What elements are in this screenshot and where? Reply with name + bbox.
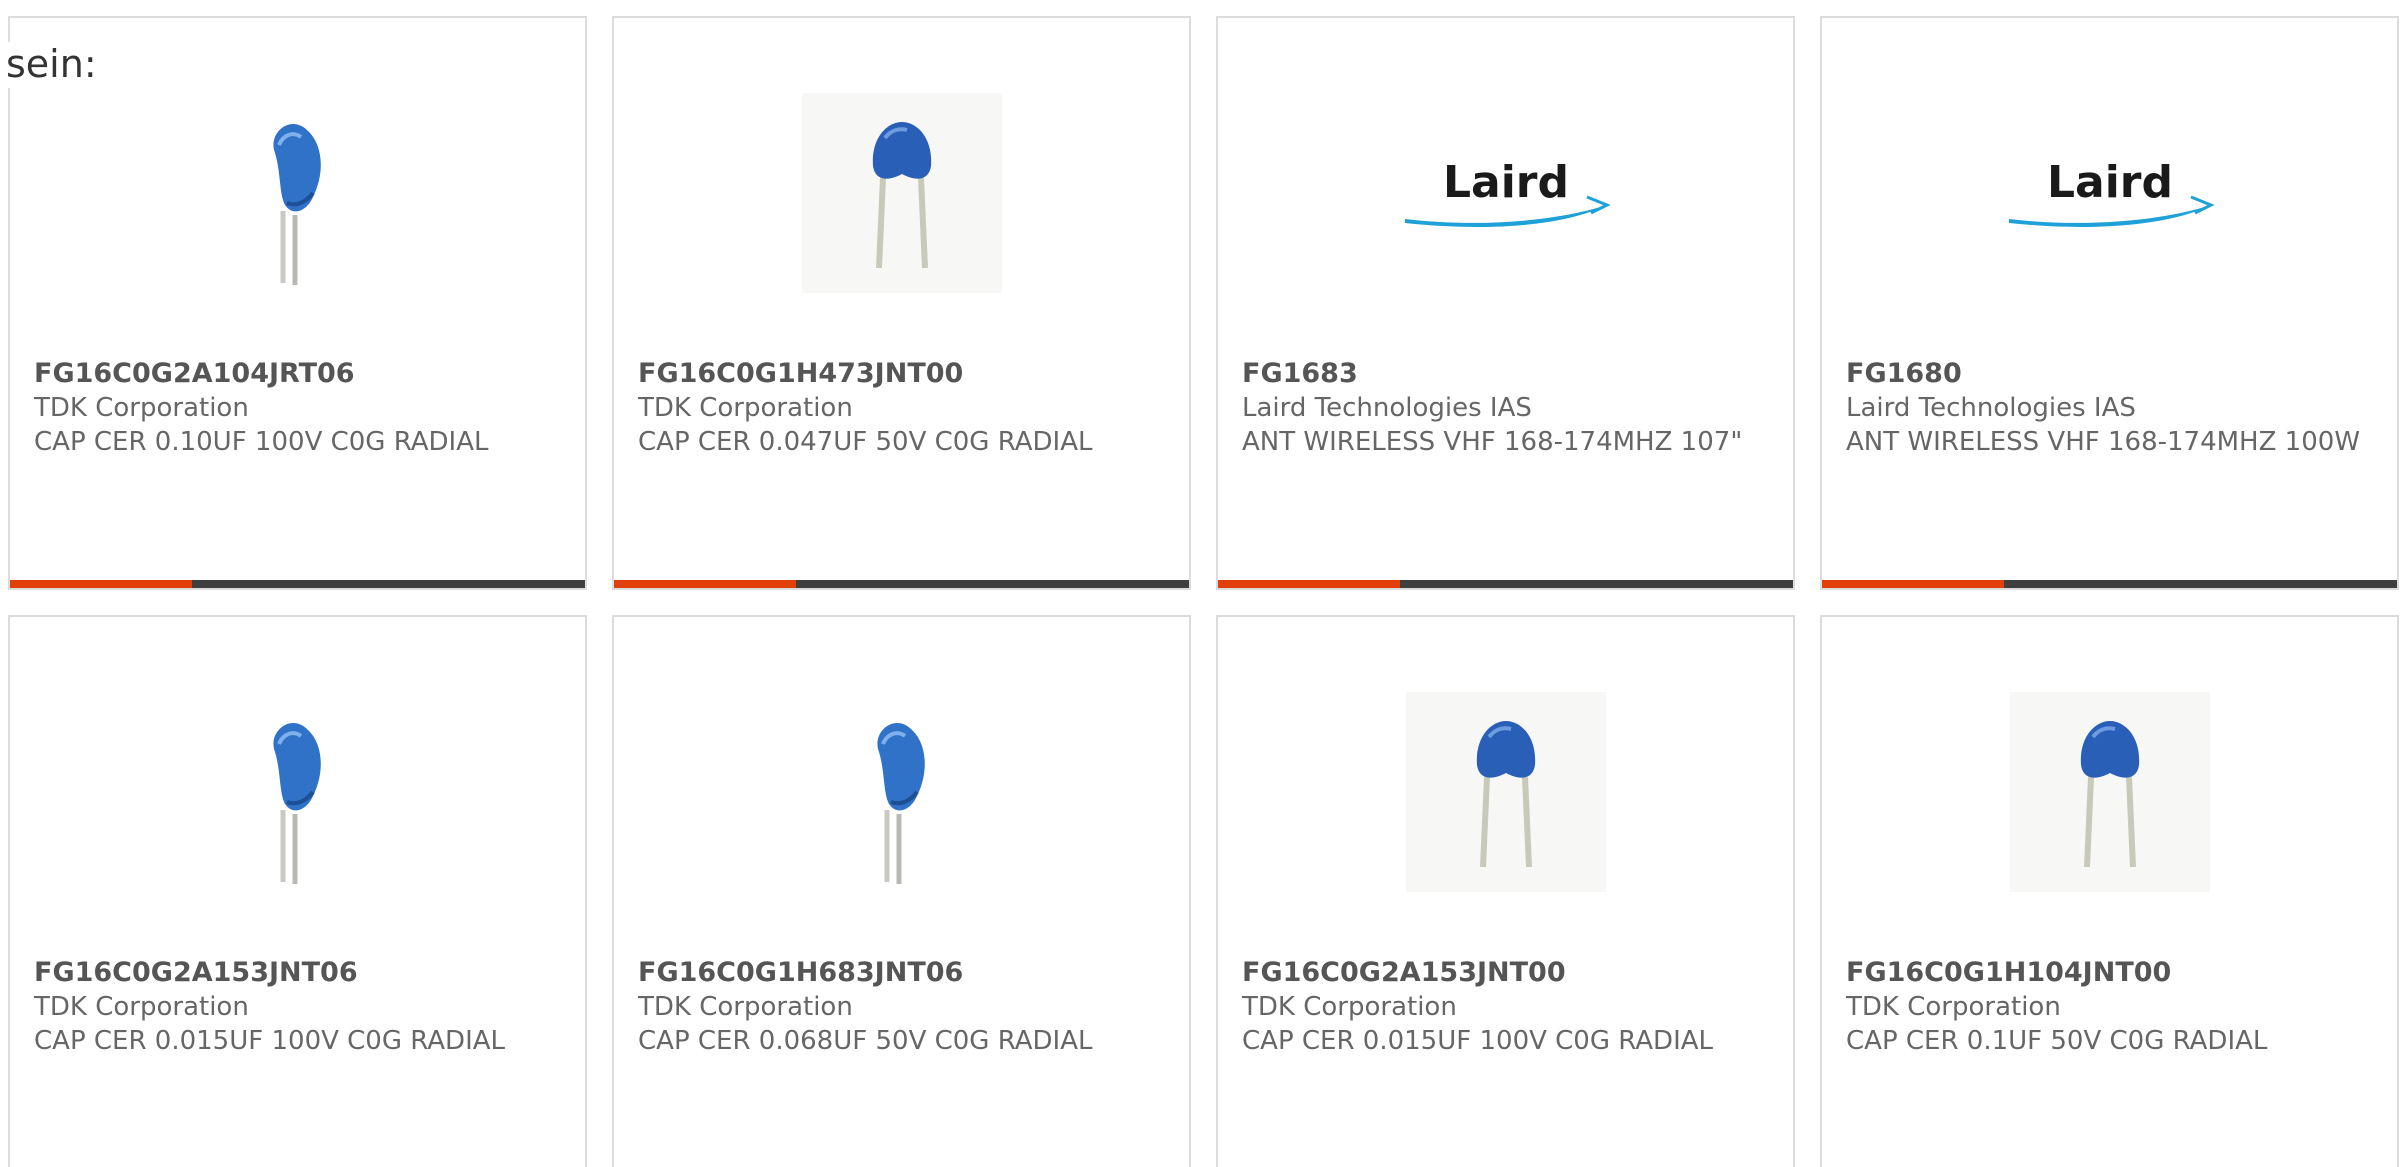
description: CAP CER 0.015UF 100V C0G RADIAL [1242, 1026, 1714, 1056]
description: ANT WIRELESS VHF 168-174MHZ 100W [1846, 427, 2361, 457]
laird-logo-text: Laird [2046, 157, 2172, 208]
capacitor-front-icon [2080, 721, 2139, 868]
part-number[interactable]: FG1683 [1242, 357, 1769, 391]
laird-logo: Laird [1404, 157, 1611, 227]
description: CAP CER 0.068UF 50V C0G RADIAL [638, 1026, 1093, 1056]
product-info: FG1683 Laird Technologies IAS ANT WIRELE… [1242, 357, 1769, 459]
product-card[interactable]: FG16C0G1H683JNT06 TDK Corporation CAP CE… [612, 615, 1191, 1167]
card-bar-accent [1218, 580, 1400, 588]
manufacturer: Laird Technologies IAS [1242, 393, 1532, 423]
product-info: FG16C0G1H683JNT06 TDK Corporation CAP CE… [638, 956, 1165, 1058]
capacitor-side-icon [272, 123, 321, 285]
product-grid: FG16C0G2A104JRT06 TDK Corporation CAP CE… [8, 16, 2399, 1167]
card-bar [1822, 580, 2397, 588]
product-info: FG1680 Laird Technologies IAS ANT WIRELE… [1846, 357, 2373, 459]
product-image[interactable]: Laird [1218, 68, 1793, 318]
card-bar-accent [1822, 580, 2004, 588]
part-number[interactable]: FG16C0G2A153JNT06 [34, 956, 561, 990]
card-bar-accent [614, 580, 796, 588]
product-image[interactable] [10, 667, 585, 917]
part-number[interactable]: FG16C0G2A153JNT00 [1242, 956, 1769, 990]
image-background [2009, 692, 2210, 892]
description: CAP CER 0.015UF 100V C0G RADIAL [34, 1026, 506, 1056]
manufacturer: TDK Corporation [34, 393, 249, 423]
product-card[interactable]: FG16C0G1H473JNT00 TDK Corporation CAP CE… [612, 16, 1191, 590]
page: sein: FG16C0G2A104JRT06 TDK Corporation … [0, 0, 2400, 1167]
card-bar [1218, 580, 1793, 588]
manufacturer: TDK Corporation [638, 992, 853, 1022]
image-background [801, 93, 1002, 293]
product-info: FG16C0G2A153JNT00 TDK Corporation CAP CE… [1242, 956, 1769, 1058]
product-image[interactable] [614, 68, 1189, 318]
product-image[interactable] [1822, 667, 2397, 917]
product-info: FG16C0G2A153JNT06 TDK Corporation CAP CE… [34, 956, 561, 1058]
laird-logo: Laird [2008, 157, 2215, 227]
product-info: FG16C0G1H104JNT00 TDK Corporation CAP CE… [1846, 956, 2373, 1058]
product-image[interactable] [10, 68, 585, 318]
part-number[interactable]: FG1680 [1846, 357, 2373, 391]
description: CAP CER 0.1UF 50V C0G RADIAL [1846, 1026, 2268, 1056]
part-number[interactable]: FG16C0G1H473JNT00 [638, 357, 1165, 391]
product-image[interactable] [1218, 667, 1793, 917]
image-background [1405, 692, 1606, 892]
product-info: FG16C0G1H473JNT00 TDK Corporation CAP CE… [638, 357, 1165, 459]
product-image[interactable] [614, 667, 1189, 917]
product-card[interactable]: Laird FG1680 Laird Technologies IAS ANT … [1820, 16, 2399, 590]
part-number[interactable]: FG16C0G2A104JRT06 [34, 357, 561, 391]
product-info: FG16C0G2A104JRT06 TDK Corporation CAP CE… [34, 357, 561, 459]
description: ANT WIRELESS VHF 168-174MHZ 107" [1242, 427, 1743, 457]
product-card[interactable]: Laird FG1683 Laird Technologies IAS ANT … [1216, 16, 1795, 590]
capacitor-side-icon [876, 722, 925, 884]
manufacturer: TDK Corporation [1242, 992, 1457, 1022]
part-number[interactable]: FG16C0G1H104JNT00 [1846, 956, 2373, 990]
manufacturer: TDK Corporation [638, 393, 853, 423]
manufacturer: Laird Technologies IAS [1846, 393, 2136, 423]
laird-logo-text: Laird [1442, 157, 1568, 208]
capacitor-front-icon [1476, 721, 1535, 868]
manufacturer: TDK Corporation [1846, 992, 2061, 1022]
manufacturer: TDK Corporation [34, 992, 249, 1022]
product-image[interactable]: Laird [1822, 68, 2397, 318]
product-card[interactable]: FG16C0G2A153JNT00 TDK Corporation CAP CE… [1216, 615, 1795, 1167]
product-card[interactable]: FG16C0G2A153JNT06 TDK Corporation CAP CE… [8, 615, 587, 1167]
product-card[interactable]: FG16C0G2A104JRT06 TDK Corporation CAP CE… [8, 16, 587, 590]
description: CAP CER 0.10UF 100V C0G RADIAL [34, 427, 489, 457]
card-bar-accent [10, 580, 192, 588]
card-bar [614, 580, 1189, 588]
capacitor-side-icon [272, 722, 321, 884]
capacitor-front-icon [872, 122, 931, 269]
card-bar [10, 580, 585, 588]
product-card[interactable]: FG16C0G1H104JNT00 TDK Corporation CAP CE… [1820, 615, 2399, 1167]
intro-text: sein: [6, 42, 101, 88]
description: CAP CER 0.047UF 50V C0G RADIAL [638, 427, 1093, 457]
part-number[interactable]: FG16C0G1H683JNT06 [638, 956, 1165, 990]
